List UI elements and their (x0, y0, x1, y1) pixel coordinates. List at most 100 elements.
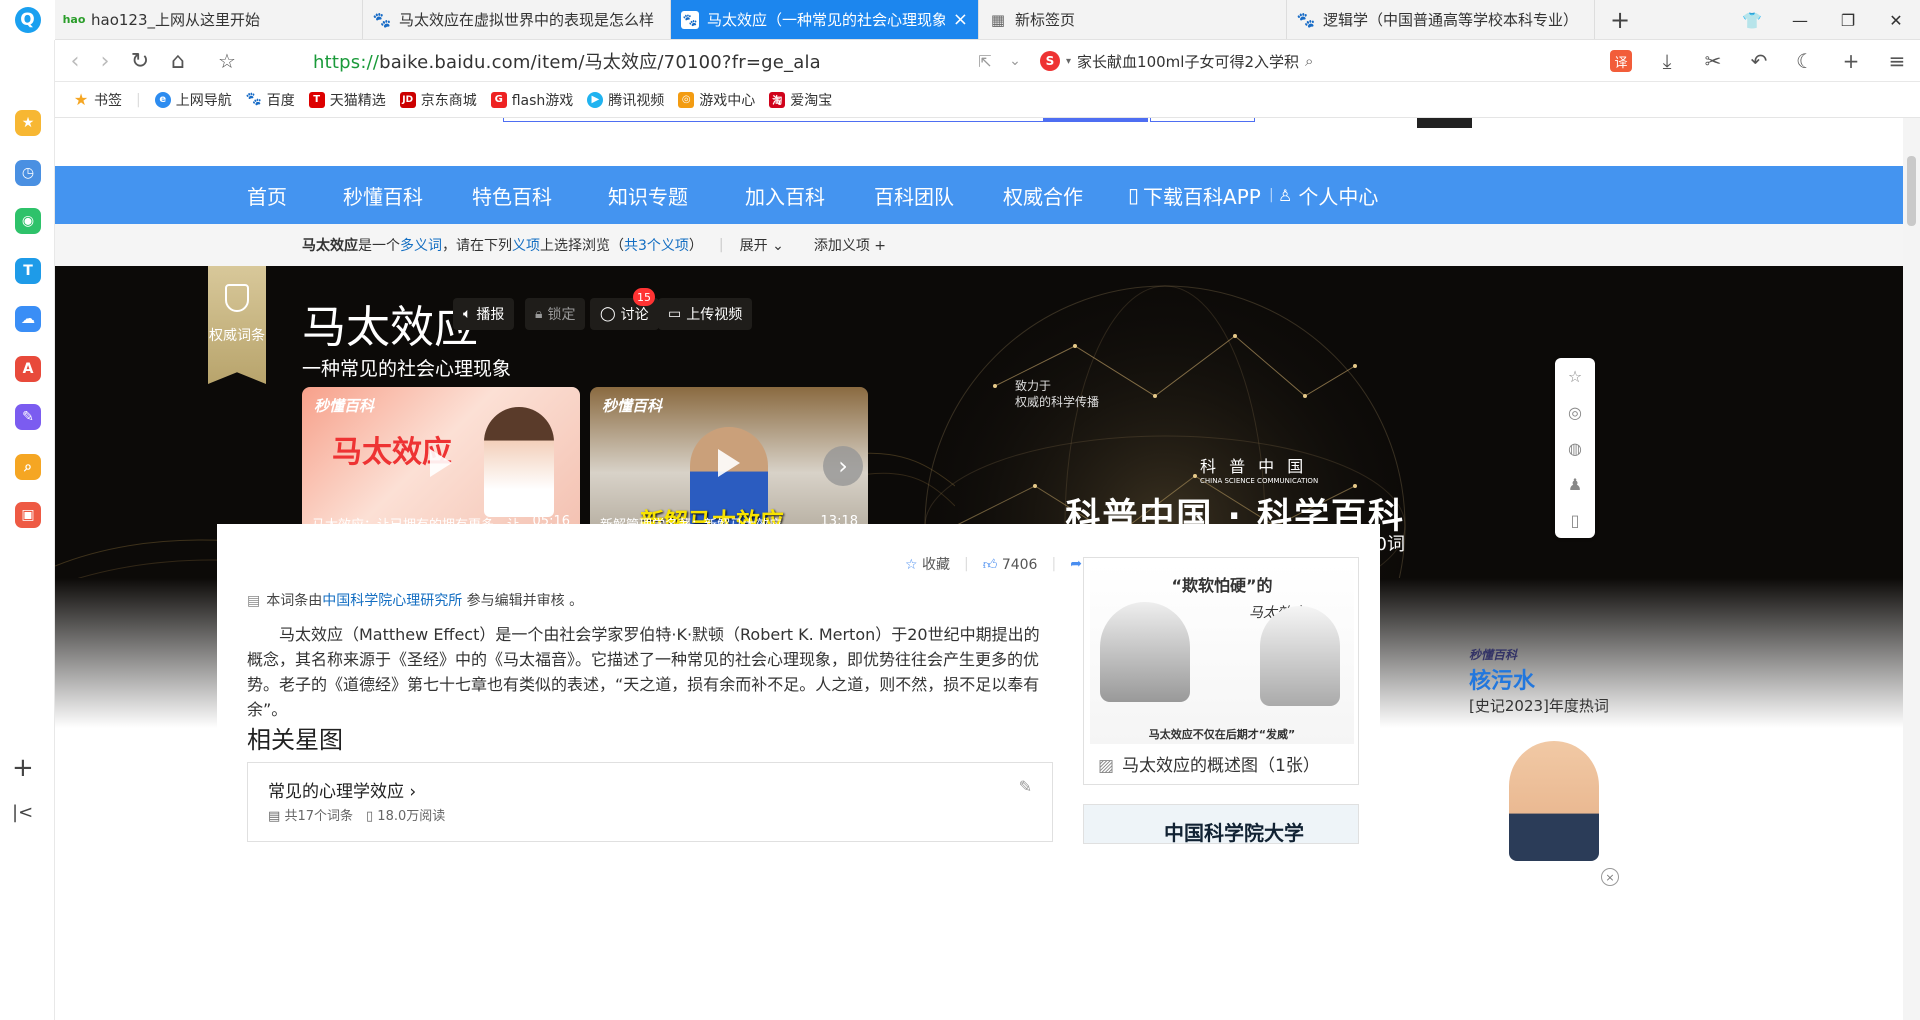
overview-image: “欺软怕硬”的 马太效应 马太效应不仅在后期才“发威” (1090, 564, 1354, 744)
promo-widget[interactable]: 秒懂百科 核污水 [史记2023]年度热词 × (1469, 646, 1619, 886)
minimize-icon[interactable]: — (1776, 0, 1824, 40)
translate-tool-icon[interactable]: 译 (1610, 50, 1632, 72)
pdf-icon[interactable]: A (15, 356, 41, 382)
bookmark-item[interactable]: ★ 书签 (73, 90, 122, 110)
mobile-icon[interactable]: ▯ (1555, 502, 1595, 538)
overview-image-card[interactable]: “欺软怕硬”的 马太效应 马太效应不仅在后期才“发威” ▨ 马太效应的概述图（1张… (1083, 557, 1359, 785)
chevron-down-icon[interactable]: ⌄ (995, 40, 1035, 82)
menu-icon[interactable]: ≡ (1874, 40, 1920, 82)
meaning-count-link[interactable]: 共3个义项 (624, 235, 689, 255)
nav-download-app[interactable]: ▯ 下载百科APP (1128, 166, 1261, 224)
new-tab-button[interactable]: + (1595, 0, 1645, 39)
page-scrollbar[interactable] (1903, 118, 1920, 1020)
meaning-link[interactable]: 义项 (512, 235, 540, 255)
cloud-icon[interactable]: ☁ (15, 306, 41, 332)
image-caption-label: 马太效应的概述图（1张） (1122, 756, 1320, 776)
related-card[interactable]: 中国科学院大学 (1083, 804, 1359, 845)
star-map-card[interactable]: 常见的心理学效应 › ▤ 共17个词条 ▯ 18.0万阅读 ✎ (247, 762, 1053, 842)
translate-icon[interactable]: T (15, 258, 41, 284)
polysemy-link[interactable]: 多义词 (400, 235, 442, 255)
download-icon[interactable]: ⤓ (1644, 40, 1690, 82)
url-field[interactable]: https://baike.baidu.com/item/马太效应/70100?… (313, 48, 821, 74)
search-tool-icon[interactable]: ⌕ (15, 454, 41, 480)
close-promo-icon[interactable]: × (1601, 868, 1619, 886)
weibo-icon[interactable]: ◎ (1555, 394, 1595, 430)
nav-personal[interactable]: ♙ 个人中心 (1278, 166, 1378, 224)
bookmark-item[interactable]: T 天猫精选 (308, 90, 386, 110)
collapse-sidebar-icon[interactable]: |< (12, 802, 33, 823)
secondary-button[interactable] (1150, 118, 1255, 122)
add-sidebar-icon[interactable]: + (12, 753, 34, 783)
tab-baidu-2[interactable]: 🐾 逻辑学（中国普通高等学校本科专业） (1287, 0, 1595, 39)
scissors-icon[interactable]: ✂ (1690, 40, 1736, 82)
next-video-button[interactable]: › (823, 446, 863, 486)
divider: | (136, 91, 141, 108)
bookmark-item[interactable]: ◎ 游戏中心 (678, 90, 755, 110)
wechat-share-icon[interactable]: ◍ (1555, 430, 1595, 466)
search-button[interactable] (1043, 118, 1148, 122)
search-input[interactable]: 家长献血100ml子女可得2入学积 (1077, 51, 1299, 72)
nav-miaodong[interactable]: 秒懂百科 (343, 166, 423, 224)
tab-newtab[interactable]: ▦ 新标签页 (979, 0, 1287, 39)
edit-icon[interactable]: ✎ (15, 404, 41, 430)
reload-icon[interactable]: ↻ (120, 40, 160, 82)
undo-icon[interactable]: ↶ (1736, 40, 1782, 82)
restore-icon[interactable]: ❐ (1824, 0, 1872, 40)
review-org-link[interactable]: 中国科学院心理研究所 (322, 593, 462, 609)
close-window-icon[interactable]: ✕ (1872, 0, 1920, 40)
broadcast-button[interactable]: 🔈︎ 播报 (453, 298, 515, 330)
forward-icon[interactable]: › (85, 40, 125, 82)
nav-special[interactable]: 特色百科 (472, 166, 552, 224)
search-field[interactable] (503, 118, 1048, 122)
gallery-icon[interactable]: ▣ (15, 502, 41, 528)
bookmark-item[interactable]: e 上网导航 (154, 90, 232, 110)
video-logo: 秒懂百科 (314, 397, 375, 415)
review-suffix: 参与编辑并审核 。 (462, 593, 584, 609)
nav-team[interactable]: 百科团队 (874, 166, 954, 224)
discuss-count-badge: 15 (633, 288, 655, 306)
collect-button[interactable]: ☆ 收藏 (905, 554, 950, 574)
search-box[interactable]: S ▾ 家长献血100ml子女可得2入学积 ⌕ (1040, 48, 1380, 74)
expand-button[interactable]: 展开 ⌄ (740, 235, 784, 255)
like-button[interactable]: 👍︎ 7406 (983, 556, 1038, 573)
search-icon[interactable]: ⌕ (1305, 52, 1313, 70)
bookmark-item[interactable]: Gflash游戏 (490, 90, 573, 110)
nav-join[interactable]: 加入百科 (745, 166, 825, 224)
shirt-icon[interactable]: 👕 (1728, 0, 1776, 40)
nav-topics[interactable]: 知识专题 (608, 166, 688, 224)
video-card[interactable]: 秒懂百科 马太效应 马太效应：让已拥有的拥有更多，让...05:16 (302, 387, 580, 543)
upload-video-button[interactable]: ▭ 上传视频 (658, 298, 753, 330)
nav-cooperation[interactable]: 权威合作 (1003, 166, 1083, 224)
lock-button[interactable]: 🔒︎ 锁定 (525, 298, 586, 330)
favorite-star-icon[interactable]: ☆ (1555, 358, 1595, 394)
night-mode-icon[interactable]: ☾ (1782, 40, 1828, 82)
star-map-meta: ▤ 共17个词条 ▯ 18.0万阅读 (268, 805, 445, 824)
browser-logo-icon: Q (14, 7, 41, 33)
bookmark-item[interactable]: ▶ 腾讯视频 (587, 90, 664, 110)
wechat-icon[interactable]: ◉ (15, 208, 41, 234)
badge-label: 权威词条 (209, 328, 265, 344)
chevron-down-icon[interactable]: ▾ (1066, 56, 1071, 67)
history-icon[interactable]: ◷ (15, 160, 41, 186)
bookmark-item[interactable]: JD 京东商城 (399, 90, 477, 110)
close-tab-icon[interactable]: × (953, 9, 968, 30)
add-icon[interactable]: + (1828, 40, 1874, 82)
tab-baidu-1[interactable]: 🐾 马太效应在虚拟世界中的表现是怎么样 (363, 0, 671, 39)
hao123-icon: hao (62, 13, 86, 26)
bookmark-item[interactable]: 🐾 百度 (246, 90, 295, 110)
scroll-thumb[interactable] (1907, 156, 1916, 226)
star-map-title[interactable]: 常见的心理学效应 › (268, 777, 416, 802)
qq-icon[interactable]: ♟ (1555, 466, 1595, 502)
favorites-icon[interactable]: ★ (15, 110, 41, 136)
edit-pencil-icon[interactable]: ✎ (1019, 777, 1032, 796)
home-icon[interactable]: ⌂ (158, 40, 198, 82)
add-meaning-button[interactable]: 添加义项 + (814, 235, 886, 255)
bookmark-item[interactable]: 淘爱淘宝 (769, 90, 832, 110)
tab-hao123[interactable]: hao hao123_上网从这里开始 (55, 0, 363, 39)
tab-title: 马太效应（一种常见的社会心理现象） (707, 11, 945, 29)
tab-baidu-active[interactable]: 🐾 马太效应（一种常见的社会心理现象） × (671, 0, 979, 39)
figure-right (1260, 606, 1340, 706)
nav-home[interactable]: 首页 (247, 166, 287, 224)
browser-logo[interactable]: Q (0, 0, 55, 40)
bookmark-star-icon[interactable]: ☆ (207, 40, 247, 82)
